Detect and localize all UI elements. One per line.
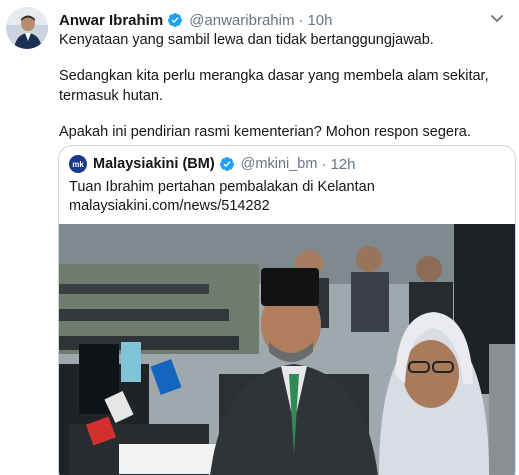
quoted-display-name[interactable]: Malaysiakini (BM) — [93, 156, 215, 172]
quoted-link[interactable]: malaysiakini.com/news/514282 — [69, 197, 375, 216]
quoted-tweet-text: Tuan Ibrahim pertahan pembalakan di Kela… — [69, 178, 375, 216]
handle[interactable]: @anwaribrahim — [189, 12, 294, 29]
separator-dot: · — [321, 155, 327, 173]
avatar[interactable] — [6, 7, 48, 49]
tweet-text: Kenyataan yang sambil lewa dan tidak ber… — [59, 30, 509, 142]
tweet[interactable]: Anwar Ibrahim @anwaribrahim · 10h Kenyat… — [0, 0, 519, 475]
tweet-line-1: Kenyataan yang sambil lewa dan tidak ber… — [59, 32, 434, 48]
tweet-line-2: Sedangkan kita perlu merangka dasar yang… — [59, 68, 489, 104]
verified-badge-icon — [167, 12, 183, 28]
quoted-timestamp[interactable]: 12h — [330, 156, 355, 173]
tweet-header: Anwar Ibrahim @anwaribrahim · 10h — [59, 10, 332, 30]
display-name[interactable]: Anwar Ibrahim — [59, 12, 163, 29]
quoted-tweet-header: mk Malaysiakini (BM) @mkini_bm · 12h — [69, 154, 355, 174]
separator-dot: · — [298, 11, 304, 29]
quoted-photo[interactable] — [59, 224, 515, 475]
quoted-tweet[interactable]: mk Malaysiakini (BM) @mkini_bm · 12h Tua… — [58, 145, 516, 475]
quoted-headline: Tuan Ibrahim pertahan pembalakan di Kela… — [69, 179, 375, 195]
timestamp[interactable]: 10h — [307, 12, 332, 29]
quoted-avatar[interactable]: mk — [69, 155, 87, 173]
tweet-line-3: Apakah ini pendirian rasmi kementerian? … — [59, 124, 471, 140]
verified-badge-icon — [219, 156, 235, 172]
quoted-handle[interactable]: @mkini_bm — [241, 156, 318, 172]
chevron-down-icon[interactable] — [489, 10, 505, 26]
